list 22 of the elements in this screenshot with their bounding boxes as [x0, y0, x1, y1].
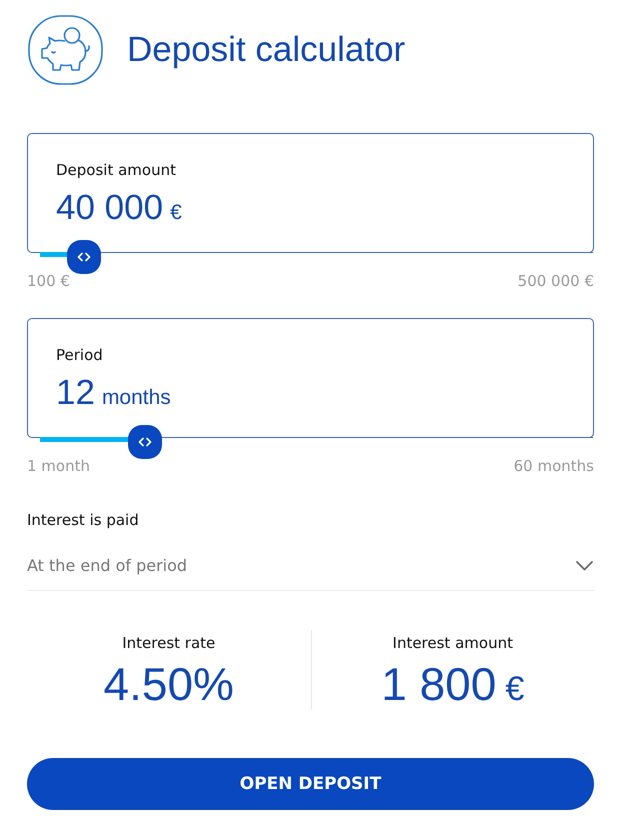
open-deposit-button[interactable]: OPEN DEPOSIT [27, 758, 594, 810]
result-label: Interest rate [122, 633, 216, 653]
field-value: 40 000 € [56, 188, 182, 229]
payout-dropdown[interactable]: At the end of period [27, 544, 594, 591]
slider-thumb[interactable] [67, 240, 102, 274]
slider-thumb[interactable] [128, 425, 162, 459]
result-label: Interest amount [392, 633, 513, 653]
result-value: 4.50% [104, 658, 234, 710]
left-right-chevrons-icon [138, 437, 152, 447]
page-title: Deposit calculator [127, 29, 406, 71]
left-right-chevrons-icon [77, 252, 92, 262]
field-label: Deposit amount [56, 160, 176, 180]
field-value: 12 months [56, 373, 171, 414]
piggy-bank-icon [28, 15, 103, 85]
max-label: 60 months [514, 456, 594, 476]
result-value: 1 800 € [381, 658, 524, 712]
chevron-down-icon [576, 561, 593, 571]
min-label: 1 month [27, 456, 90, 476]
field-label: Period [56, 345, 103, 365]
min-label: 100 € [27, 271, 70, 291]
field-label: Interest is paid [27, 510, 139, 530]
max-label: 500 000 € [518, 271, 594, 291]
